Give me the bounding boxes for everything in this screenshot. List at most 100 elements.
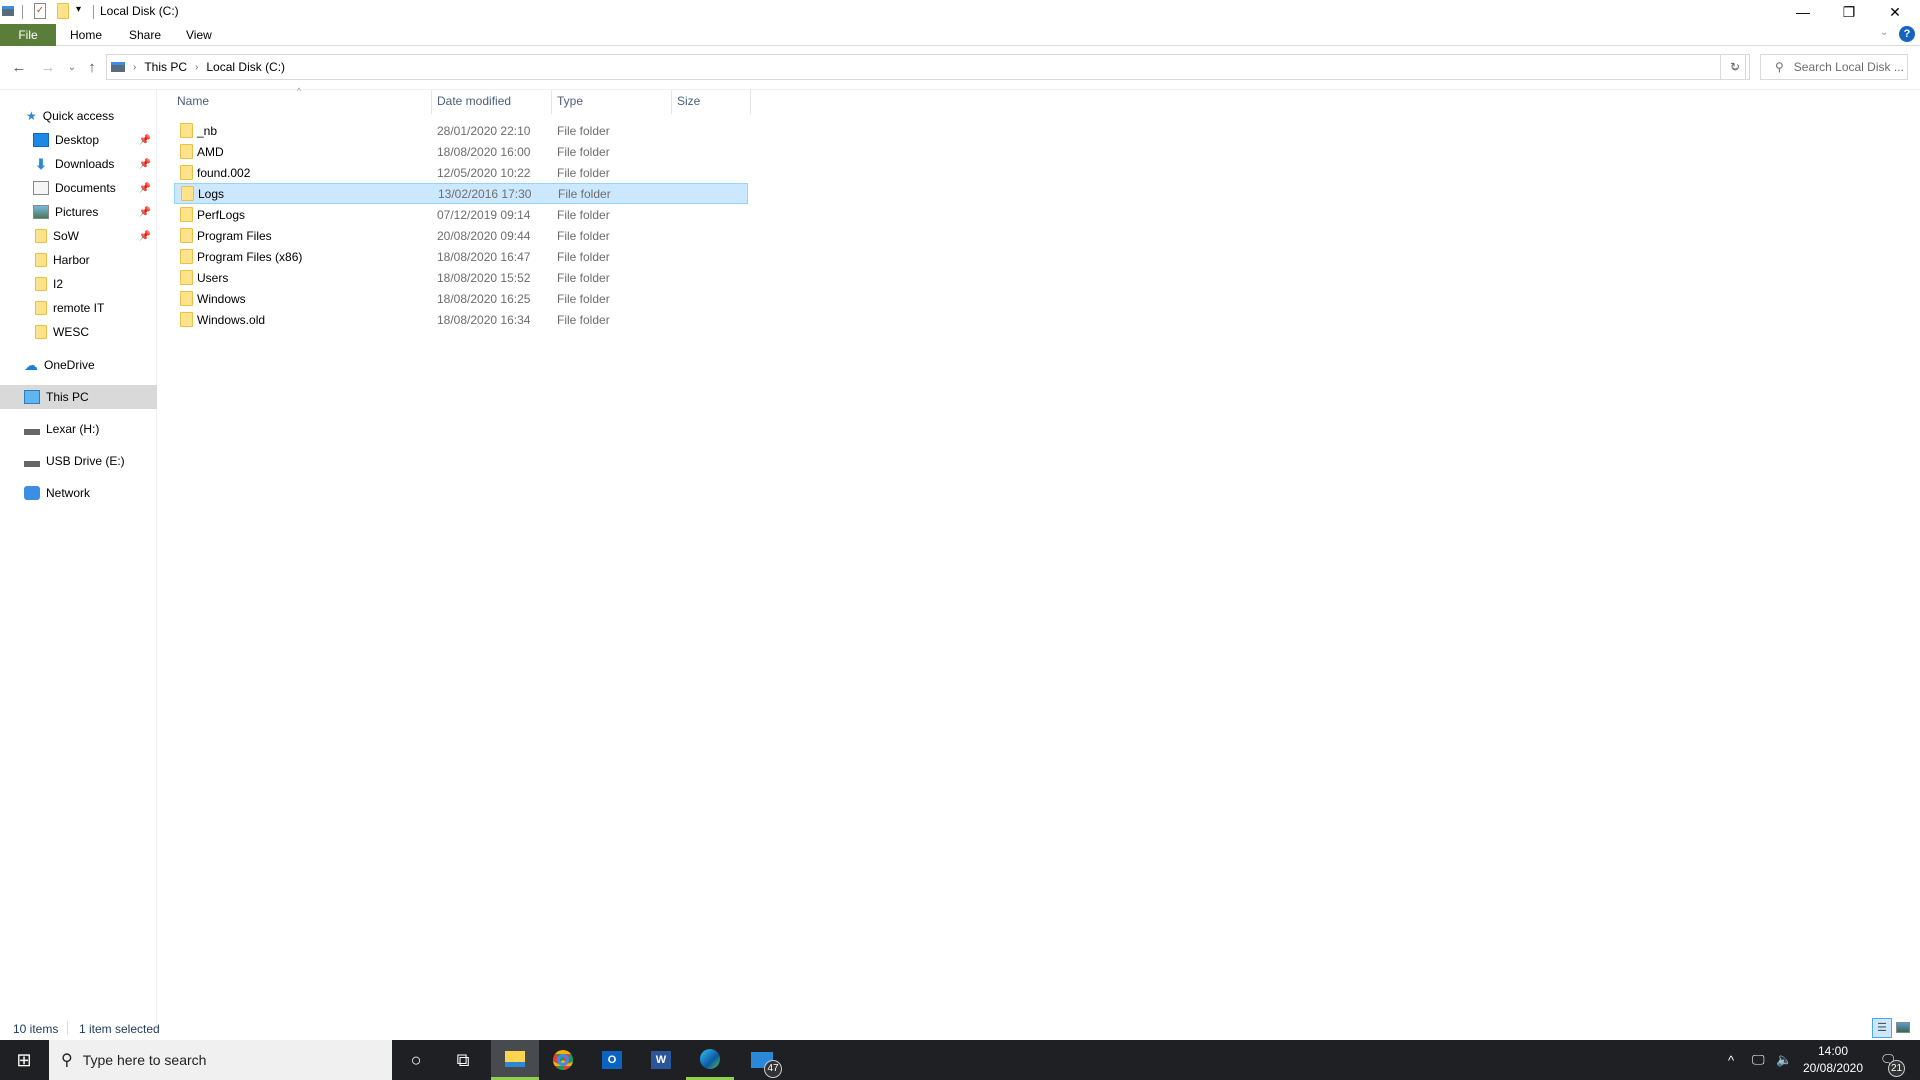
file-date: 12/05/2020 10:22	[437, 165, 531, 180]
column-divider[interactable]	[431, 90, 432, 114]
search-icon: ⚲	[1775, 60, 1784, 74]
file-type: File folder	[557, 312, 610, 327]
help-icon[interactable]: ?	[1899, 26, 1915, 42]
sidebar-item-pictures[interactable]: Pictures 📌	[0, 200, 157, 224]
drive-icon	[24, 429, 40, 435]
sidebar-item-label: Downloads	[55, 157, 115, 171]
folder-icon	[180, 165, 193, 180]
file-row[interactable]: Users 18/08/2020 15:52 File folder	[174, 267, 748, 288]
folder-icon	[180, 123, 193, 138]
breadcrumb-local-disk[interactable]: Local Disk (C:)	[206, 60, 285, 74]
column-header-size[interactable]: Size	[677, 90, 700, 114]
start-button[interactable]: ⊞	[0, 1040, 48, 1080]
word-icon[interactable]: W	[637, 1040, 685, 1080]
large-icons-view-button[interactable]	[1896, 1022, 1910, 1033]
sidebar-item-documents[interactable]: Documents 📌	[0, 176, 157, 200]
chrome-icon[interactable]	[539, 1040, 587, 1080]
sidebar-item-harbor[interactable]: Harbor	[0, 248, 157, 272]
back-button[interactable]: ←	[9, 59, 29, 76]
cortana-icon[interactable]: ○	[392, 1040, 440, 1080]
sidebar-item-wesc[interactable]: WESC	[0, 320, 157, 344]
tab-share[interactable]: Share	[115, 24, 175, 46]
file-date: 13/02/2016 17:30	[438, 186, 532, 201]
column-divider[interactable]	[671, 90, 672, 114]
clock[interactable]: 14:00 20/08/2020	[1798, 1043, 1868, 1077]
forward-button[interactable]: →	[38, 59, 58, 76]
documents-icon	[33, 181, 49, 195]
ribbon-tabs: File Home Share View ⌄ ?	[0, 24, 1920, 46]
recent-locations-button[interactable]: ⌄	[62, 62, 82, 73]
sidebar-item-sow[interactable]: SoW 📌	[0, 224, 157, 248]
sidebar-item-downloads[interactable]: ⬇ Downloads 📌	[0, 152, 157, 176]
network-status-icon[interactable]: 🖵	[1752, 1040, 1765, 1080]
sidebar-item-label: USB Drive (E:)	[46, 454, 125, 468]
folder-icon	[180, 207, 193, 222]
column-divider[interactable]	[551, 90, 552, 114]
file-row[interactable]: AMD 18/08/2020 16:00 File folder	[174, 141, 748, 162]
sidebar-item-desktop[interactable]: Desktop 📌	[0, 128, 157, 152]
expand-ribbon-icon[interactable]: ⌄	[1880, 27, 1888, 38]
column-header-type[interactable]: Type	[557, 90, 583, 114]
file-name: Users	[197, 270, 229, 285]
tab-home[interactable]: Home	[56, 24, 116, 46]
sidebar-item-quick-access[interactable]: ★ Quick access	[0, 104, 157, 128]
sidebar-item-this-pc[interactable]: This PC	[0, 385, 157, 409]
file-date: 18/08/2020 16:25	[437, 291, 531, 306]
task-view-icon[interactable]: ⧉	[439, 1040, 487, 1080]
sidebar-item-usb-drive[interactable]: USB Drive (E:)	[0, 449, 157, 473]
file-explorer-icon[interactable]	[491, 1040, 539, 1080]
sidebar-item-remote-it[interactable]: remote IT	[0, 296, 157, 320]
sidebar-item-network[interactable]: Network	[0, 481, 157, 505]
outlook-icon[interactable]: O	[588, 1040, 636, 1080]
navigation-pane: ★ Quick access Desktop 📌 ⬇ Downloads 📌 Docum…	[0, 90, 157, 1028]
customize-quick-access-icon[interactable]: ▾	[76, 4, 81, 15]
file-type: File folder	[557, 270, 610, 285]
file-row[interactable]: Windows 18/08/2020 16:25 File folder	[174, 288, 748, 309]
sidebar-item-label: Harbor	[53, 253, 90, 267]
details-view-button[interactable]: ☰	[1872, 1018, 1892, 1038]
file-name: found.002	[197, 165, 251, 180]
column-header-name[interactable]: Name	[177, 90, 209, 114]
file-row[interactable]: Program Files (x86) 18/08/2020 16:47 File …	[174, 246, 748, 267]
title-bar: ✓ ▾ Local Disk (C:) — ❐ ✕	[0, 0, 1920, 24]
file-row[interactable]: Windows.old 18/08/2020 16:34 File folder	[174, 309, 748, 330]
close-button[interactable]: ✕	[1872, 0, 1918, 24]
folder-icon	[35, 253, 47, 267]
column-divider[interactable]	[750, 90, 751, 114]
search-input[interactable]: ⚲ Search Local Disk ...	[1760, 54, 1908, 80]
pin-icon: 📌	[138, 206, 151, 218]
properties-icon[interactable]: ✓	[34, 3, 46, 19]
show-hidden-icons-button[interactable]: ^	[1728, 1040, 1734, 1080]
edge-icon[interactable]	[686, 1040, 734, 1080]
restore-button[interactable]: ❐	[1826, 0, 1872, 24]
sidebar-item-onedrive[interactable]: ☁ OneDrive	[0, 353, 157, 377]
sidebar-item-lexar[interactable]: Lexar (H:)	[0, 417, 157, 441]
file-row[interactable]: found.002 12/05/2020 10:22 File folder	[174, 162, 748, 183]
sidebar-item-i2[interactable]: I2	[0, 272, 157, 296]
file-row[interactable]: _nb 28/01/2020 22:10 File folder	[174, 120, 748, 141]
mail-icon[interactable]: 47	[738, 1040, 786, 1080]
tab-file[interactable]: File	[0, 24, 56, 46]
file-row[interactable]: Program Files 20/08/2020 09:44 File folder	[174, 225, 748, 246]
up-button[interactable]: ↑	[82, 59, 102, 76]
chevron-right-icon: ›	[133, 61, 137, 73]
breadcrumb-this-pc[interactable]: This PC	[144, 60, 187, 74]
address-bar[interactable]: › This PC › Local Disk (C:) ⌄	[106, 54, 1746, 80]
file-row[interactable]: PerfLogs 07/12/2019 09:14 File folder	[174, 204, 748, 225]
new-folder-icon[interactable]	[57, 3, 69, 19]
file-name: Windows	[197, 291, 246, 306]
taskbar-search-input[interactable]: ⚲ Type here to search	[49, 1040, 392, 1080]
tab-view[interactable]: View	[172, 24, 226, 46]
volume-icon[interactable]: 🔈	[1776, 1040, 1792, 1080]
clock-time: 14:00	[1817, 1044, 1849, 1058]
folder-icon	[180, 144, 193, 159]
sidebar-item-label: Documents	[55, 181, 116, 195]
refresh-button[interactable]: ↻	[1720, 54, 1750, 80]
column-header-date[interactable]: Date modified	[437, 90, 511, 114]
minimize-button[interactable]: —	[1780, 0, 1826, 24]
action-center-icon[interactable]: 🗨 21	[1880, 1040, 1905, 1080]
file-name: Program Files (x86)	[197, 249, 303, 264]
file-type: File folder	[557, 249, 610, 264]
desktop-icon	[33, 133, 49, 147]
file-row[interactable]: Logs 13/02/2016 17:30 File folder	[174, 183, 748, 204]
